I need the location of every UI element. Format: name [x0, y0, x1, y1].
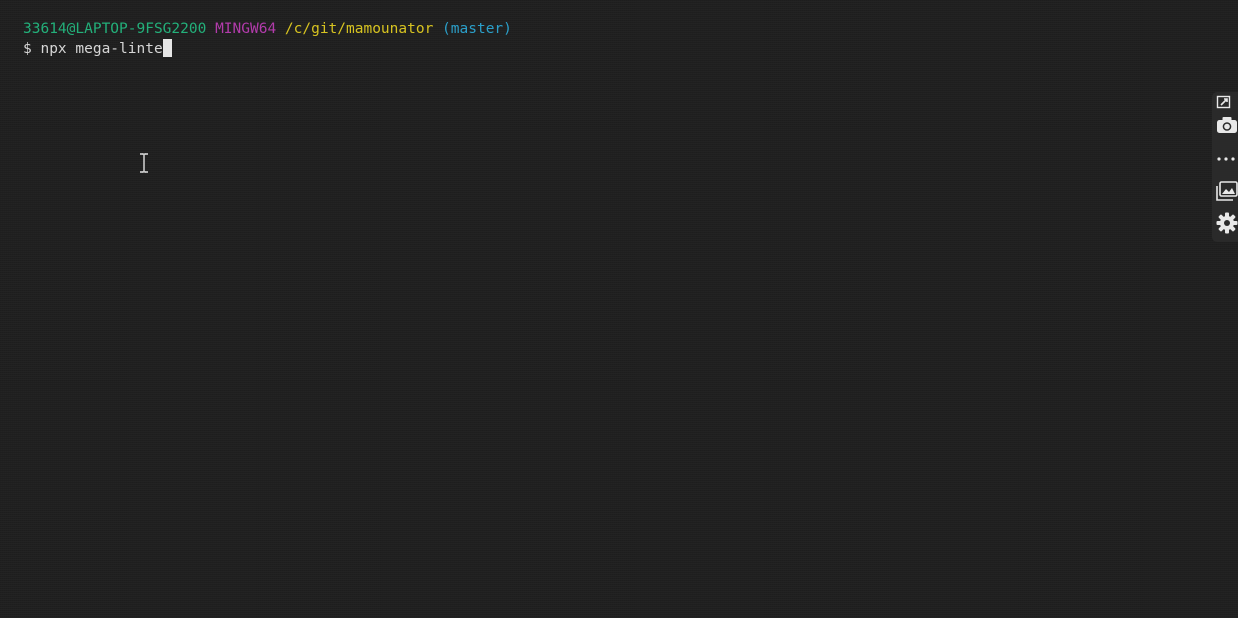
more-icon[interactable] — [1216, 148, 1238, 170]
command-line[interactable]: $ npx mega-linte — [23, 39, 172, 59]
command-input[interactable]: npx mega-linte — [40, 41, 162, 57]
pin-icon[interactable] — [1216, 94, 1238, 116]
prompt-path: /c/git/mamounator — [284, 21, 434, 37]
prompt-env: MINGW64 — [215, 21, 277, 37]
terminal-window[interactable]: 33614@LAPTOP-9FSG2200 MINGW64 /c/git/mam… — [0, 0, 1238, 618]
camera-icon[interactable] — [1216, 114, 1238, 136]
ibeam-cursor-icon — [139, 153, 149, 173]
gallery-icon[interactable] — [1216, 180, 1238, 202]
prompt-user-host: 33614@LAPTOP-9FSG2200 — [23, 21, 207, 37]
screen-tools-sidebar — [1212, 92, 1238, 242]
prompt-line: 33614@LAPTOP-9FSG2200 MINGW64 /c/git/mam… — [23, 20, 512, 39]
prompt-branch: (master) — [442, 21, 512, 37]
text-cursor — [162, 39, 172, 57]
gear-icon[interactable] — [1216, 212, 1238, 234]
prompt-symbol: $ — [23, 41, 32, 57]
